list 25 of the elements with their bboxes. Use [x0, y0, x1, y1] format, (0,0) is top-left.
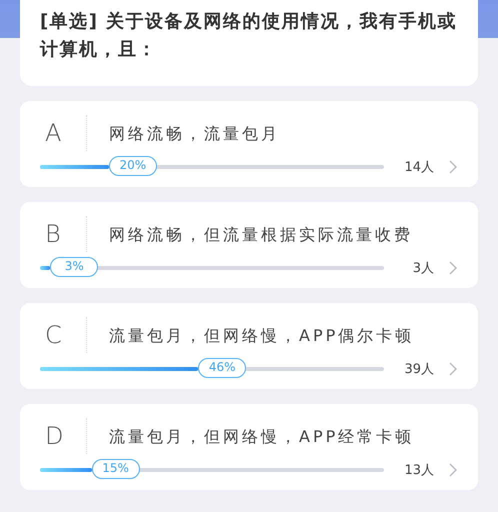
- option-card[interactable]: C 流量包月，但网络慢，APP偶尔卡顿 46% 39人: [20, 303, 478, 389]
- chevron-right-icon[interactable]: [448, 362, 458, 376]
- option-card[interactable]: D 流量包月，但网络慢，APP经常卡顿 15% 13人: [20, 404, 478, 490]
- option-text: 流量包月，但网络慢，APP经常卡顿: [108, 426, 416, 448]
- question-text: [单选] 关于设备及网络的使用情况，我有手机或计算机，且：: [40, 10, 458, 62]
- chevron-right-icon[interactable]: [448, 463, 458, 477]
- chevron-right-icon[interactable]: [448, 261, 458, 275]
- option-card[interactable]: B 网络流畅，但流量根据实际流量收费 3% 3人: [20, 202, 478, 288]
- vote-count: 39人: [403, 361, 434, 378]
- percent-label: 46%: [198, 358, 246, 378]
- vote-count: 13人: [403, 462, 434, 479]
- percent-label: 15%: [92, 459, 140, 479]
- percent-label: 20%: [108, 156, 157, 176]
- percent-label: 3%: [50, 257, 98, 277]
- option-text: 流量包月，但网络慢，APP偶尔卡顿: [108, 324, 416, 346]
- option-letter: C: [40, 317, 87, 353]
- option-text: 网络流畅，流量包月: [108, 122, 281, 144]
- vote-count: 14人: [403, 159, 434, 176]
- option-letter: A: [40, 115, 87, 151]
- vote-count: 3人: [412, 260, 434, 277]
- option-letter: D: [40, 418, 87, 454]
- option-card[interactable]: A 网络流畅，流量包月 20% 14人: [20, 101, 478, 187]
- chevron-right-icon[interactable]: [448, 160, 458, 174]
- option-text: 网络流畅，但流量根据实际流量收费: [108, 224, 414, 246]
- option-letter: B: [40, 216, 87, 252]
